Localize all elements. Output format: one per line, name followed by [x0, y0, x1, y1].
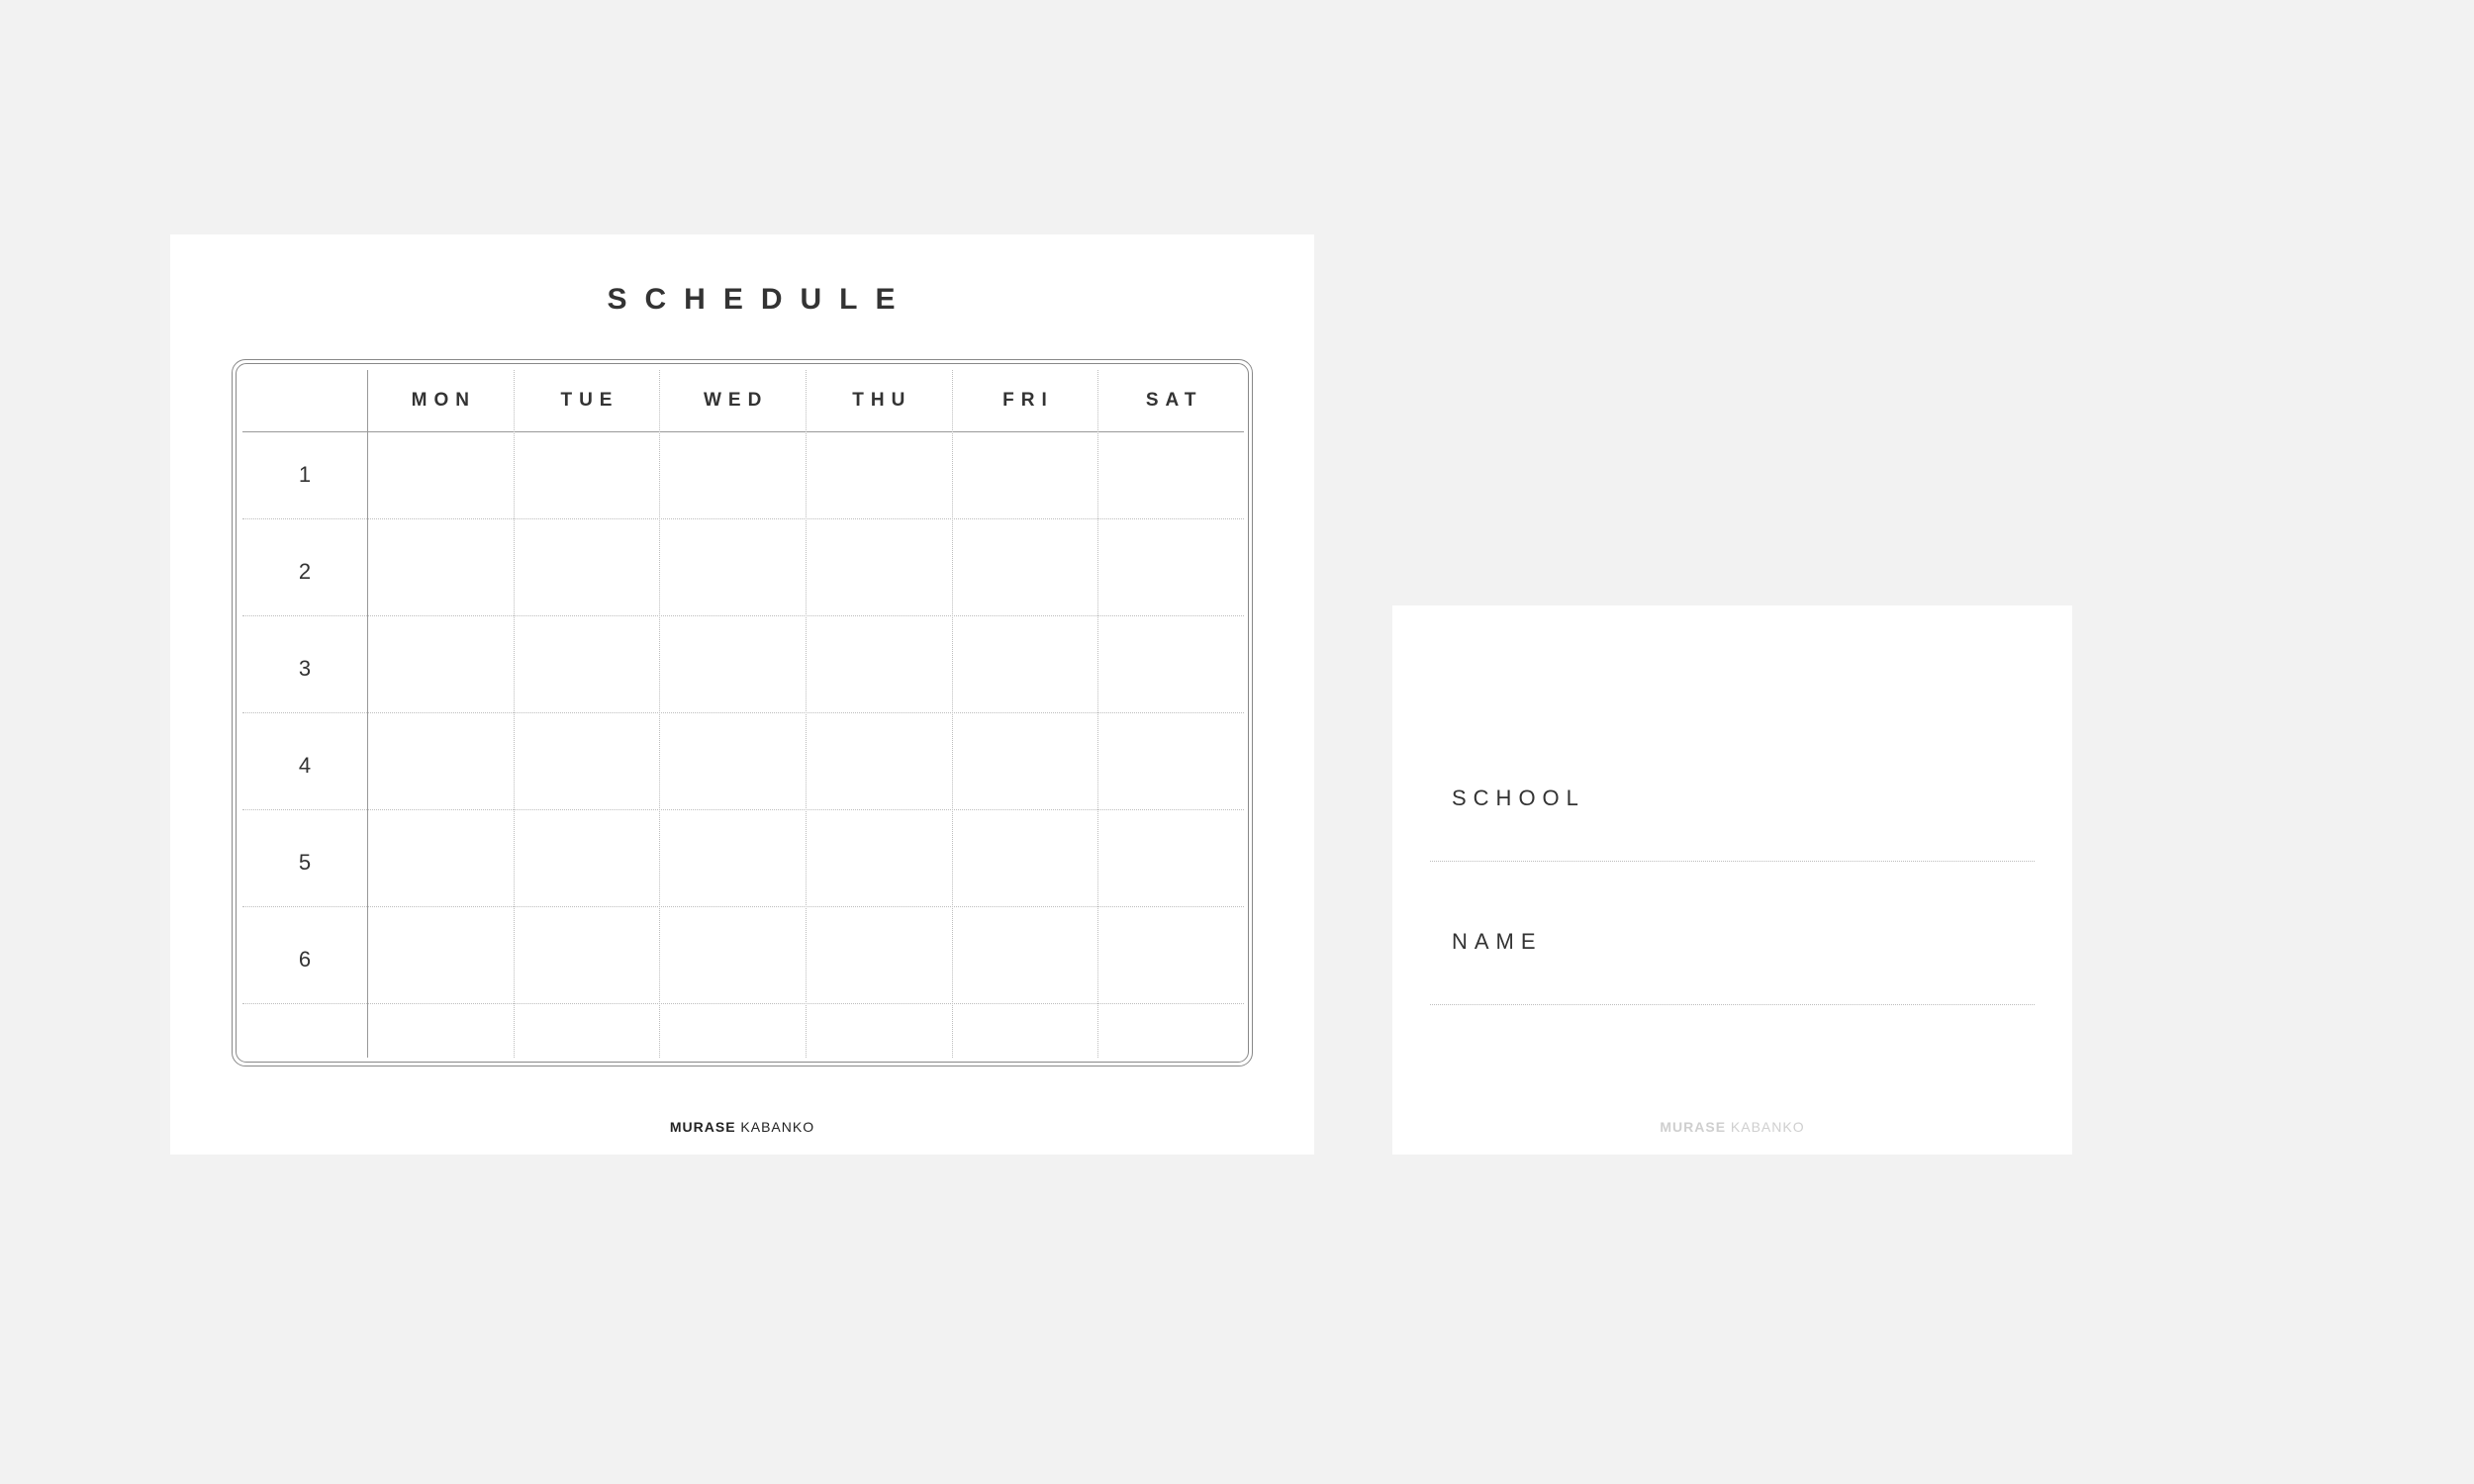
- day-head-wed: WED: [659, 370, 806, 431]
- row-divider: [242, 809, 1244, 810]
- row-divider: [242, 518, 1244, 519]
- schedule-card: SCHEDULE MON: [170, 234, 1314, 1155]
- row-divider: [242, 1003, 1244, 1004]
- day-head-tue: TUE: [514, 370, 660, 431]
- row-divider: [242, 712, 1244, 713]
- schedule-title: SCHEDULE: [170, 283, 1332, 317]
- row-divider: [242, 615, 1244, 616]
- label-school: SCHOOL: [1452, 786, 1585, 811]
- name-card: SCHOOL NAME MURASE KABANKO: [1392, 605, 2072, 1155]
- brand-schedule: MURASE KABANKO: [170, 1119, 1314, 1135]
- period-4: 4: [242, 722, 367, 809]
- label-name: NAME: [1452, 929, 1543, 955]
- day-head-sat: SAT: [1097, 370, 1244, 431]
- brand-bold: MURASE: [1660, 1119, 1726, 1135]
- periods-divider: [367, 370, 368, 1058]
- day-head-mon: MON: [367, 370, 514, 431]
- brand-rest: KABANKO: [1726, 1119, 1805, 1135]
- period-2: 2: [242, 528, 367, 615]
- brand-namecard: MURASE KABANKO: [1392, 1119, 2072, 1135]
- day-head-thu: THU: [806, 370, 952, 431]
- header-underline: [242, 431, 1244, 432]
- day-head-fri: FRI: [952, 370, 1098, 431]
- col-divider: [1097, 370, 1098, 1058]
- schedule-frame: MON TUE WED THU FRI SAT 1 2 3 4 5 6: [232, 359, 1253, 1067]
- period-6: 6: [242, 916, 367, 1003]
- schedule-grid: MON TUE WED THU FRI SAT 1 2 3 4 5 6: [242, 370, 1244, 1058]
- col-divider: [952, 370, 953, 1058]
- period-1: 1: [242, 431, 367, 518]
- col-divider: [514, 370, 515, 1058]
- name-underline: [1430, 1004, 2035, 1005]
- school-underline: [1430, 861, 2035, 862]
- col-divider: [806, 370, 807, 1058]
- brand-bold: MURASE: [670, 1119, 736, 1135]
- col-divider: [659, 370, 660, 1058]
- period-5: 5: [242, 819, 367, 906]
- document-canvas: SCHEDULE MON: [0, 0, 2474, 1484]
- brand-rest: KABANKO: [736, 1119, 815, 1135]
- row-divider: [242, 906, 1244, 907]
- period-3: 3: [242, 625, 367, 712]
